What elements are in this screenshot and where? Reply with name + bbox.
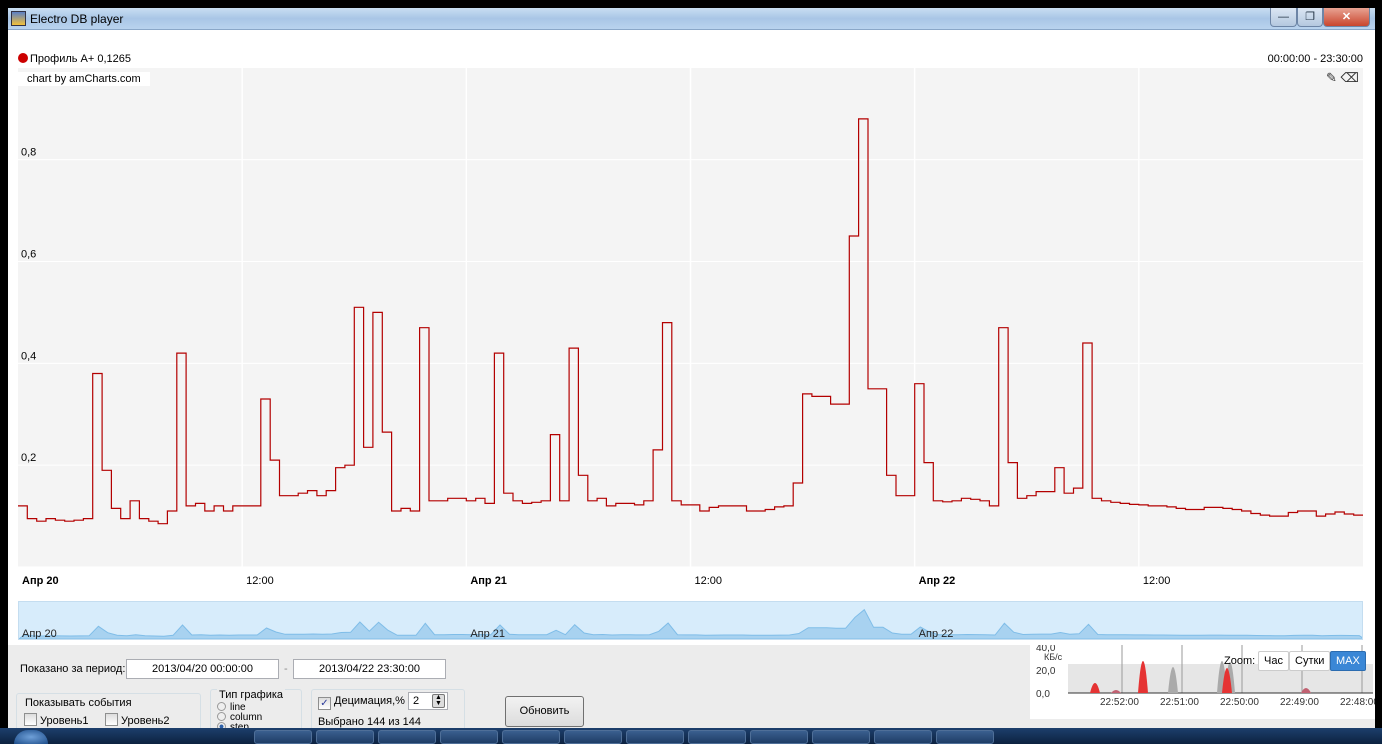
- traffic-x-tick: 22:51:00: [1160, 697, 1199, 708]
- x-tick-label: Апр 20: [22, 575, 59, 587]
- level1-checkbox[interactable]: Уровень1: [24, 713, 89, 727]
- traffic-x-tick: 22:52:00: [1100, 697, 1139, 708]
- pencil-icon[interactable]: ✎: [1326, 70, 1337, 85]
- checkbox-checked-icon: ✓: [318, 697, 331, 710]
- radio-icon: [217, 712, 226, 721]
- y-tick-label: 0,6: [21, 248, 36, 260]
- radio-icon: [217, 702, 226, 711]
- x-tick-label: 12:00: [1143, 575, 1171, 587]
- decimation-checkbox[interactable]: ✓ Децимация,%: [318, 695, 405, 710]
- legend-label: Профиль А+ 0,1265: [30, 53, 132, 65]
- navigator-label: Апр 22: [919, 628, 954, 639]
- taskbar-app[interactable]: [750, 730, 808, 744]
- x-axis: Апр 20 12:00 Апр 21 12:00 Апр 22 12:00: [22, 575, 1171, 587]
- start-button[interactable]: [14, 730, 48, 744]
- minimize-button[interactable]: —: [1270, 8, 1297, 27]
- traffic-x-tick: 22:49:00: [1280, 697, 1319, 708]
- navigator-label: Апр 20: [22, 628, 57, 639]
- decimation-value: 2: [413, 695, 420, 707]
- traffic-y-tick: 0,0: [1036, 689, 1050, 700]
- level2-label: Уровень2: [121, 715, 170, 727]
- app-window: Electro DB player — ❐ ✕ Профиль А+ 0,126…: [8, 8, 1379, 733]
- amcharts-credit-link[interactable]: chart by amCharts.com: [18, 72, 150, 86]
- legend-marker-icon: [18, 53, 28, 63]
- traffic-unit: КБ/с: [1044, 652, 1063, 662]
- checkbox-icon: [24, 713, 37, 726]
- taskbar-app[interactable]: [812, 730, 870, 744]
- x-tick-label: 12:00: [695, 575, 723, 587]
- taskbar: [0, 728, 1382, 744]
- navigator-area: [19, 608, 1362, 639]
- period-from-input[interactable]: 2013/04/20 00:00:00: [126, 659, 279, 679]
- traffic-x-tick: 22:50:00: [1220, 697, 1259, 708]
- x-tick-label: Апр 22: [919, 575, 956, 587]
- period-label: Показано за период:: [20, 663, 126, 675]
- eraser-icon[interactable]: ⌫: [1341, 70, 1359, 85]
- chart-scrollbar[interactable]: Апр 20 Апр 21 Апр 22: [18, 601, 1363, 640]
- traffic-x-tick: 22:48:00: [1340, 697, 1375, 708]
- traffic-y-tick: 20,0: [1036, 666, 1056, 677]
- title-bar: Electro DB player — ❐ ✕: [8, 8, 1375, 30]
- zoom-day-button[interactable]: Сутки: [1289, 651, 1331, 671]
- taskbar-app[interactable]: [440, 730, 498, 744]
- level2-checkbox[interactable]: Уровень2: [105, 713, 170, 727]
- app-icon: [11, 11, 26, 26]
- chart-type-group: Тип графика line column step: [210, 689, 302, 733]
- traffic-chart: 22:52:00 22:51:00 22:50:00 22:49:00 22:48:00…: [1030, 643, 1379, 719]
- close-button[interactable]: ✕: [1323, 8, 1370, 27]
- taskbar-app[interactable]: [874, 730, 932, 744]
- taskbar-app[interactable]: [254, 730, 312, 744]
- time-range: 00:00:00 - 23:30:00: [1267, 53, 1363, 65]
- decimation-label: Децимация,%: [334, 695, 405, 707]
- period-separator: -: [284, 663, 288, 675]
- taskbar-app[interactable]: [378, 730, 436, 744]
- checkbox-icon: [105, 713, 118, 726]
- y-tick-label: 0,8: [21, 147, 36, 159]
- period-to-input[interactable]: 2013/04/22 23:30:00: [293, 659, 446, 679]
- y-tick-label: 0,4: [21, 350, 36, 362]
- window-title: Electro DB player: [30, 12, 124, 26]
- x-tick-label: 12:00: [246, 575, 274, 587]
- decimation-group: ✓ Децимация,% 2 ▲ ▼ Выбрано 144 из 144: [311, 689, 465, 731]
- navigator-chart: Апр 20 Апр 21 Апр 22: [19, 608, 1362, 639]
- decimation-spinner[interactable]: 2 ▲ ▼: [408, 692, 448, 710]
- chart-type-title: Тип графика: [217, 689, 286, 701]
- control-panel: Показано за период: 2013/04/20 00:00:00 …: [8, 643, 1379, 733]
- taskbar-app[interactable]: [316, 730, 374, 744]
- restore-button[interactable]: ❐: [1297, 8, 1323, 27]
- zoom-max-button[interactable]: MAX: [1330, 651, 1366, 671]
- events-title: Показывать события: [25, 697, 132, 709]
- events-group: Показывать события Уровень1 Уровень2: [16, 693, 201, 731]
- y-tick-label: 0: [21, 566, 27, 567]
- refresh-button[interactable]: Обновить: [505, 696, 584, 727]
- zoom-label: Zoom:: [1224, 655, 1256, 667]
- main-chart: 0 0,2 0,4 0,6 0,8: [18, 68, 1363, 567]
- chart-tools: ✎ ⌫: [1326, 70, 1359, 86]
- level1-label: Уровень1: [40, 715, 89, 727]
- plot-area[interactable]: 0 0,2 0,4 0,6 0,8: [18, 68, 1363, 567]
- spinner-arrows-icon[interactable]: ▲ ▼: [432, 694, 445, 708]
- zoom-hour-button[interactable]: Час: [1258, 651, 1289, 671]
- taskbar-app[interactable]: [502, 730, 560, 744]
- x-tick-label: Апр 21: [470, 575, 507, 587]
- legend-item[interactable]: Профиль А+ 0,1265: [18, 53, 131, 65]
- taskbar-app[interactable]: [564, 730, 622, 744]
- navigator-label: Апр 21: [470, 628, 505, 639]
- taskbar-app[interactable]: [688, 730, 746, 744]
- selected-count: Выбрано 144 из 144: [318, 716, 422, 728]
- taskbar-app[interactable]: [936, 730, 994, 744]
- taskbar-app[interactable]: [626, 730, 684, 744]
- y-tick-label: 0,2: [21, 452, 36, 464]
